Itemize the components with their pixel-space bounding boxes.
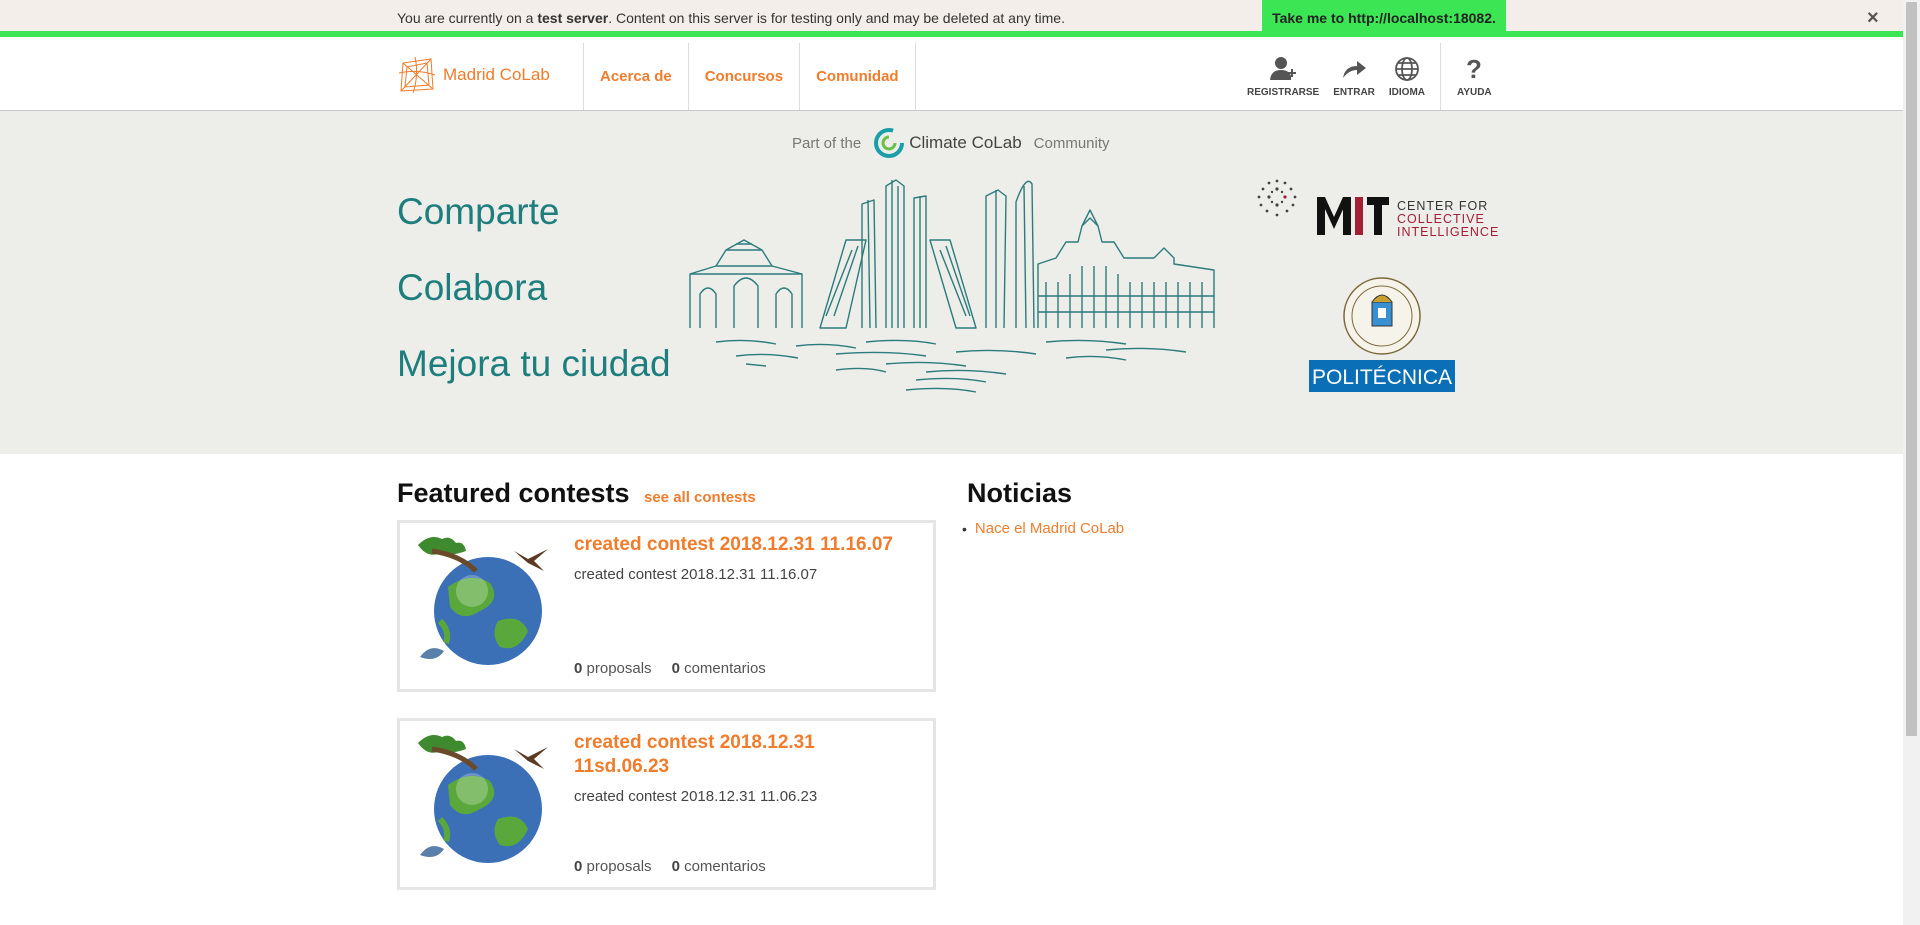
site-header: Madrid CoLab Acerca de Concursos Comunid… [0, 43, 1903, 111]
register-button[interactable]: REGISTRARSE [1240, 43, 1326, 110]
main-nav: Acerca de Concursos Comunidad [583, 43, 916, 110]
help-label: AYUDA [1457, 86, 1492, 98]
contest-card[interactable]: created contest 2018.12.31 11.16.07 crea… [397, 520, 936, 692]
proposals-count: 0 proposals [574, 660, 652, 677]
globe-icon [1395, 56, 1419, 81]
see-all-contests-link[interactable]: see all contests [644, 489, 756, 506]
contest-title-link[interactable]: created contest 2018.12.31 11sd.06.23 [574, 731, 914, 779]
mit-intelligence-text: INTELLIGENCE [1397, 225, 1499, 239]
comments-count: 0 comentarios [671, 858, 766, 875]
contest-card[interactable]: created contest 2018.12.31 11sd.06.23 cr… [397, 718, 936, 890]
mit-center-text: CENTER FOR [1397, 199, 1488, 213]
contest-title-link[interactable]: created contest 2018.12.31 11.16.07 [574, 533, 914, 557]
register-label: REGISTRARSE [1247, 86, 1320, 98]
login-label: ENTRAR [1333, 86, 1375, 98]
contest-stats: 0 proposals 0 comentarios [574, 660, 766, 677]
close-icon[interactable]: × [1867, 7, 1879, 29]
scrollbar-thumb[interactable] [1906, 2, 1917, 736]
news-item-link[interactable]: Nace el Madrid CoLab [962, 520, 1124, 537]
contest-description: created contest 2018.12.31 11.06.23 [574, 788, 818, 805]
colab-logo-icon [398, 56, 436, 94]
header-tools: REGISTRARSE ENTRAR IDIOMA ? AYUDA [1240, 43, 1512, 110]
hero-word-colabora: Colabora [397, 267, 548, 308]
comments-count: 0 comentarios [671, 660, 766, 677]
nav-acerca-de[interactable]: Acerca de [583, 43, 688, 110]
test-server-banner: You are currently on a test server. Cont… [0, 0, 1920, 37]
help-button[interactable]: ? AYUDA [1440, 43, 1512, 110]
climate-colab-logo-icon [874, 128, 905, 158]
madrid-skyline-illustration [689, 179, 1215, 393]
contest-stats: 0 proposals 0 comentarios [574, 858, 766, 875]
language-label: IDIOMA [1388, 86, 1426, 98]
climate-colab-link[interactable]: Climate CoLab [873, 127, 1022, 159]
part-of-label: Part of the [792, 134, 862, 152]
news-title: Noticias [967, 478, 1073, 508]
featured-contests-title: Featured contests [397, 478, 630, 508]
test-server-message: You are currently on a test server. Cont… [397, 10, 1065, 26]
logo-text: Madrid CoLab [443, 65, 550, 84]
share-arrow-icon [1343, 60, 1367, 78]
community-label: Community [1033, 134, 1110, 152]
take-me-to-localhost-button[interactable]: Take me to http://localhost:18082. [1262, 0, 1506, 37]
nav-concursos[interactable]: Concursos [687, 43, 799, 110]
proposals-count: 0 proposals [574, 858, 652, 875]
part-of-community: Part of the Climate CoLab Community [792, 127, 1110, 159]
contest-globe-image [418, 537, 548, 665]
svg-text:?: ? [1466, 56, 1482, 82]
language-button[interactable]: IDIOMA [1382, 43, 1432, 110]
nav-comunidad[interactable]: Comunidad [799, 43, 916, 110]
climate-colab-label: Climate CoLab [909, 133, 1022, 152]
hero-word-mejora: Mejora tu ciudad [397, 343, 671, 384]
madrid-colab-logo[interactable]: Madrid CoLab [397, 55, 550, 95]
hero-word-comparte: Comparte [397, 191, 560, 232]
news-list: Nace el Madrid CoLab [962, 520, 1124, 537]
contest-globe-image [418, 735, 548, 863]
test-server-label: test server [537, 10, 609, 26]
add-user-icon [1270, 56, 1297, 80]
question-mark-icon: ? [1466, 56, 1482, 82]
contest-description: created contest 2018.12.31 11.16.07 [574, 566, 818, 583]
upm-politecnica-logo: POLITÉCNICA [1309, 277, 1455, 392]
page-scrollbar[interactable] [1903, 0, 1920, 925]
politecnica-text: POLITÉCNICA [1312, 366, 1452, 389]
mit-cci-logo: CENTER FOR COLLECTIVE INTELLIGENCE [1257, 179, 1499, 239]
hero-banner: Part of the Climate CoLab Community Comp… [0, 111, 1903, 454]
login-button[interactable]: ENTRAR [1326, 43, 1382, 110]
mit-collective-text: COLLECTIVE [1397, 212, 1485, 226]
